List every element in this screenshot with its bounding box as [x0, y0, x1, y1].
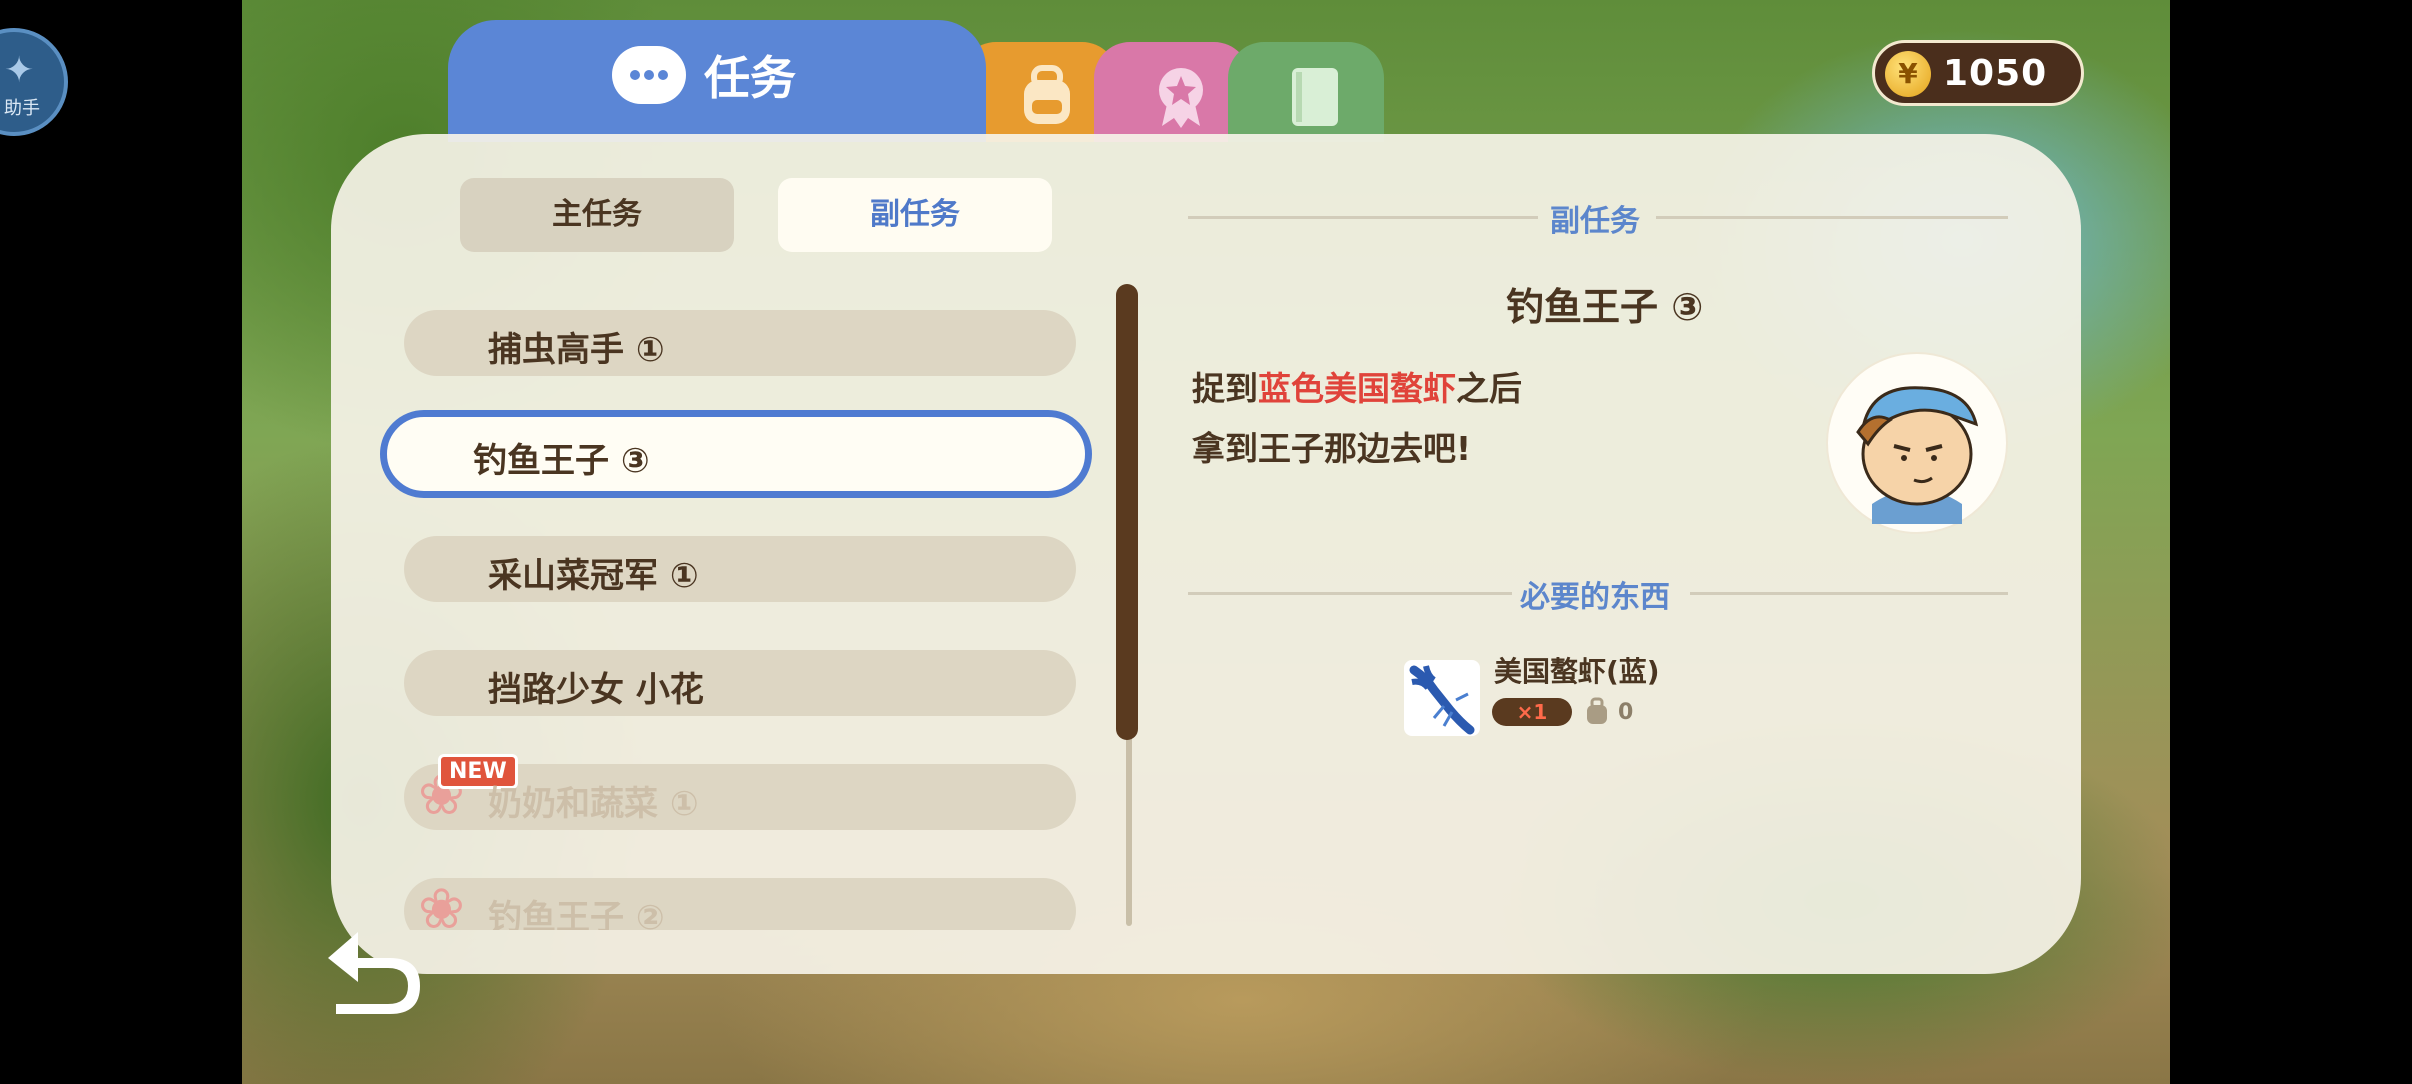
tab-achievements[interactable] — [1094, 42, 1250, 142]
scrollbar-thumb[interactable] — [1116, 284, 1138, 740]
assistant-icon: ✦ — [4, 50, 35, 91]
quest-item-locked[interactable]: ❀ 钓鱼王子 ② — [404, 878, 1076, 930]
coin-value: 1050 — [1943, 53, 2048, 94]
quest-item-locked[interactable]: ❀ NEW 奶奶和蔬菜 ① — [404, 754, 1076, 830]
quest-list[interactable]: 捕虫高手 ① 钓鱼王子 ③ 采山菜冠军 ① 挡路少女 小花 ❀ NEW 奶奶和蔬… — [380, 300, 1100, 930]
quest-item-selected[interactable]: 钓鱼王子 ③ — [380, 410, 1092, 498]
subtab-main-quests[interactable]: 主任务 — [460, 178, 734, 252]
medal-icon — [1146, 60, 1216, 143]
bag-small-icon — [1582, 696, 1612, 733]
section-divider — [1188, 216, 1538, 219]
required-item-name: 美国螯虾(蓝) — [1494, 655, 1660, 688]
coin-counter: ¥ 1050 — [1872, 40, 2084, 106]
boy-portrait-icon — [1856, 386, 1979, 524]
desc-highlight: 蓝色美国螯虾 — [1258, 369, 1456, 408]
tab-tasks[interactable]: 任务 — [448, 20, 986, 142]
quest-item-label: 捕虫高手 ① — [488, 330, 665, 370]
quest-description-line2: 拿到王子那边去吧! — [1192, 429, 1472, 468]
quest-item-label: 奶奶和蔬菜 ① — [488, 784, 699, 824]
owned-count: 0 — [1618, 700, 1634, 725]
quest-item-label: 钓鱼王子 ② — [488, 898, 665, 930]
quest-description-line1: 捉到蓝色美国螯虾之后 — [1192, 362, 1522, 410]
quest-item[interactable]: 挡路少女 小花 — [404, 650, 1076, 716]
chat-bubble-icon — [612, 46, 686, 104]
back-button[interactable] — [318, 918, 428, 1018]
section-divider — [1690, 592, 2008, 595]
tab-tasks-label: 任务 — [704, 51, 796, 105]
subtab-side-quests[interactable]: 副任务 — [778, 178, 1052, 252]
crayfish-icon — [1409, 665, 1475, 735]
tab-encyclopedia[interactable] — [1228, 42, 1384, 142]
coin-icon: ¥ — [1885, 51, 1931, 97]
detail-section-title: 副任务 — [1550, 204, 1640, 239]
book-icon — [1280, 60, 1350, 143]
npc-portrait — [1826, 352, 2008, 534]
required-section-title: 必要的东西 — [1520, 580, 1670, 615]
quest-title: 钓鱼王子 ③ — [1506, 285, 1704, 329]
section-divider — [1656, 216, 2008, 219]
quest-item[interactable]: 采山菜冠军 ① — [404, 536, 1076, 602]
assistant-label: 助手 — [4, 98, 40, 119]
quest-item-label: 采山菜冠军 ① — [488, 556, 699, 596]
required-item-thumbnail[interactable] — [1404, 660, 1480, 736]
desc-text: 之后 — [1456, 369, 1522, 408]
quest-item-label: 钓鱼王子 ③ — [473, 441, 650, 481]
desc-text: 捉到 — [1192, 369, 1258, 408]
section-divider — [1188, 592, 1512, 595]
backpack-icon — [1012, 60, 1082, 143]
required-item-count: ×1 — [1492, 698, 1572, 726]
back-arrow-icon — [328, 932, 420, 1014]
quest-item[interactable]: 捕虫高手 ① — [404, 310, 1076, 376]
quest-item-label: 挡路少女 小花 — [488, 670, 704, 710]
assistant-button[interactable]: ✦ 助手 — [0, 28, 68, 136]
